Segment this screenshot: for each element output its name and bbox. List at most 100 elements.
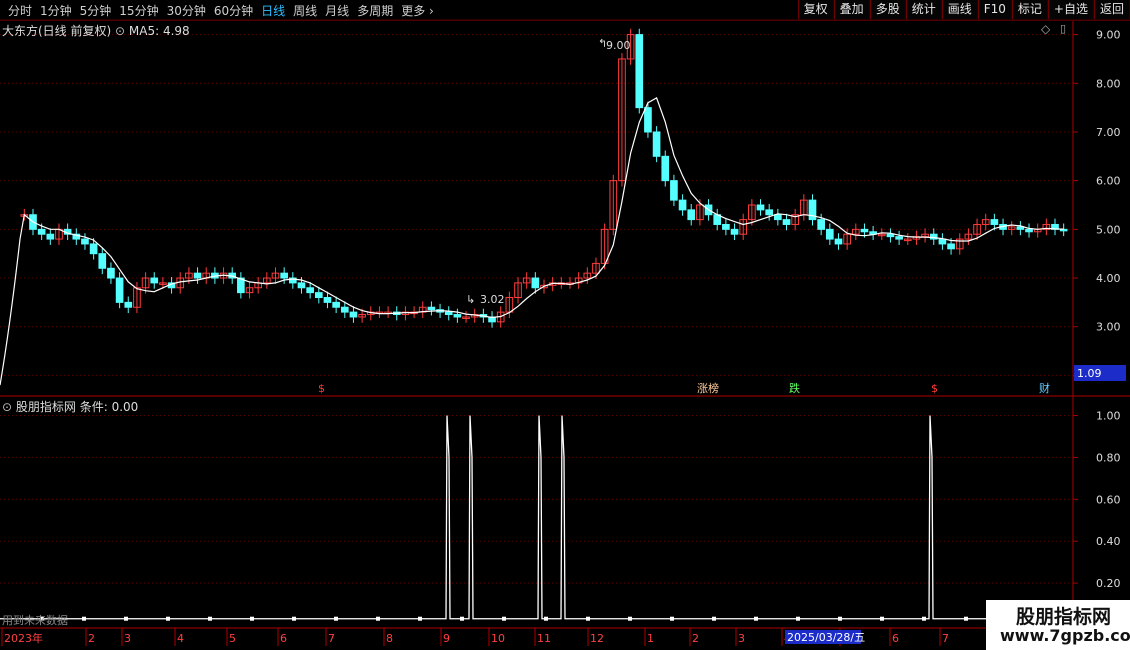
future-data-note: 用到未来数据 bbox=[2, 614, 68, 627]
indicator-tick-label: 0.20 bbox=[1096, 577, 1121, 590]
watermark: 股朋指标网 www.7gpzb.com bbox=[986, 600, 1130, 650]
watermark-url: www.7gpzb.com bbox=[1000, 626, 1130, 645]
time-axis-label: 1 bbox=[647, 632, 654, 645]
candle-body bbox=[444, 311, 453, 316]
candle-body bbox=[834, 238, 843, 245]
time-axis-label: 8 bbox=[386, 632, 393, 645]
price-tick-label: 9.00 bbox=[1096, 29, 1121, 42]
candle-body bbox=[635, 34, 644, 109]
indicator-tick-label: 1.00 bbox=[1096, 409, 1121, 422]
low-arrow-icon: ↳ bbox=[466, 293, 475, 306]
stock-title: 大东方(日线 前复权) bbox=[2, 24, 112, 38]
indicator-tick-label: 0.80 bbox=[1096, 451, 1121, 464]
candle-body bbox=[652, 131, 661, 157]
time-axis-label: 12 bbox=[590, 632, 604, 645]
candle-body bbox=[990, 219, 999, 225]
indicator-dot bbox=[544, 616, 548, 621]
chevron-down-icon[interactable]: ⊙ bbox=[115, 24, 125, 38]
marker-dollar-2[interactable]: $ bbox=[931, 382, 938, 395]
candle-body bbox=[297, 282, 306, 289]
candle-body bbox=[687, 209, 696, 221]
marker-finance[interactable]: 财 bbox=[1039, 381, 1050, 395]
candle-body bbox=[81, 238, 89, 245]
time-axis-label: 2 bbox=[692, 632, 699, 645]
stock-chart[interactable]: 9.008.007.006.005.004.003.002.00 1.000.8… bbox=[0, 0, 1130, 650]
marker-limit-up-list[interactable]: 涨榜 bbox=[697, 381, 719, 395]
time-axis-label: 5 bbox=[229, 632, 236, 645]
time-axis-label: 6 bbox=[280, 632, 287, 645]
candle-body bbox=[782, 219, 791, 225]
candle-body bbox=[107, 267, 115, 279]
ma5-line bbox=[0, 97, 1064, 386]
candle-body bbox=[46, 233, 55, 240]
candle-body bbox=[98, 253, 107, 269]
candle-body bbox=[37, 228, 46, 235]
indicator-panel-header: ⊙ 股朋指标网 条件: 0.00 bbox=[2, 398, 138, 415]
time-axis-label: 7 bbox=[942, 632, 949, 645]
indicator-dot bbox=[628, 616, 632, 621]
time-axis-label: 7 bbox=[328, 632, 335, 645]
indicator-grid bbox=[0, 414, 1073, 584]
indicator-dot bbox=[838, 616, 842, 621]
time-axis-label: 10 bbox=[491, 632, 505, 645]
candle-body bbox=[115, 277, 124, 303]
candle-body bbox=[730, 228, 739, 235]
indicator-dot bbox=[964, 616, 968, 621]
indicator-dot bbox=[754, 616, 758, 621]
time-axis-label: 6 bbox=[892, 632, 899, 645]
main-panel-header: 大东方(日线 前复权) ⊙ MA5: 4.98 bbox=[2, 22, 190, 39]
indicator-dot bbox=[418, 616, 422, 621]
candle-body bbox=[774, 214, 782, 221]
low-label: 3.02 bbox=[480, 293, 505, 306]
indicator-dot bbox=[922, 616, 926, 621]
indicator-dot bbox=[880, 616, 884, 621]
candle-body bbox=[323, 297, 332, 303]
candle-body bbox=[427, 306, 436, 311]
candle-body bbox=[1016, 226, 1025, 230]
candle-body bbox=[756, 204, 765, 211]
price-tick-label: 8.00 bbox=[1096, 77, 1121, 90]
price-tick-label: 3.00 bbox=[1096, 321, 1121, 334]
candle-body bbox=[886, 233, 895, 238]
candle-body bbox=[1025, 228, 1033, 233]
price-axis-ticks: 9.008.007.006.005.004.003.002.00 bbox=[1073, 29, 1121, 382]
indicator-dot bbox=[502, 616, 506, 621]
diamond-icon[interactable]: ◇ bbox=[1041, 22, 1050, 36]
indicator-tick-label: 0.60 bbox=[1096, 493, 1121, 506]
indicator-condition: 条件: 0.00 bbox=[79, 400, 139, 414]
candle-body bbox=[349, 311, 358, 318]
time-axis-label: 2023年 bbox=[4, 631, 43, 645]
price-tick-label: 6.00 bbox=[1096, 175, 1121, 188]
indicator-dot bbox=[796, 616, 800, 621]
candle-body bbox=[947, 243, 955, 250]
panel-toggle-icon[interactable]: ▯ bbox=[1060, 22, 1066, 35]
price-tag: 1.09 bbox=[1077, 367, 1102, 380]
candle-body bbox=[453, 314, 462, 318]
indicator-dot bbox=[250, 616, 254, 621]
indicator-title: 股朋指标网 bbox=[15, 400, 76, 414]
indicator-axis-ticks: 1.00 0.80 0.60 0.40 0.20 bbox=[1073, 409, 1121, 590]
indicator-line bbox=[0, 415, 1073, 620]
main-grid bbox=[0, 34, 1073, 376]
candle-body bbox=[306, 287, 314, 294]
ma5-label: MA5: 4.98 bbox=[128, 24, 190, 38]
candle-body bbox=[531, 277, 540, 289]
time-axis-label: 9 bbox=[443, 632, 450, 645]
high-label: 9.00 bbox=[606, 39, 631, 52]
candle-body bbox=[817, 219, 825, 230]
time-axis-label: 3 bbox=[124, 632, 131, 645]
marker-drop[interactable]: 跌 bbox=[789, 381, 800, 395]
indicator-chevron-icon[interactable]: ⊙ bbox=[2, 400, 12, 414]
watermark-title: 股朋指标网 bbox=[1016, 606, 1112, 628]
time-axis-label: 3 bbox=[738, 632, 745, 645]
cursor-date: 2025/03/28/五 bbox=[787, 631, 865, 644]
candle-body bbox=[860, 228, 869, 233]
marker-dollar-1[interactable]: $ bbox=[318, 382, 325, 395]
candle-body bbox=[280, 272, 288, 279]
candle-body bbox=[661, 155, 670, 182]
candle-body bbox=[938, 238, 947, 245]
time-axis-label: 2 bbox=[88, 632, 95, 645]
time-axis-label: 4 bbox=[177, 632, 184, 645]
indicator-dot bbox=[82, 616, 86, 621]
candle-body bbox=[340, 306, 349, 313]
